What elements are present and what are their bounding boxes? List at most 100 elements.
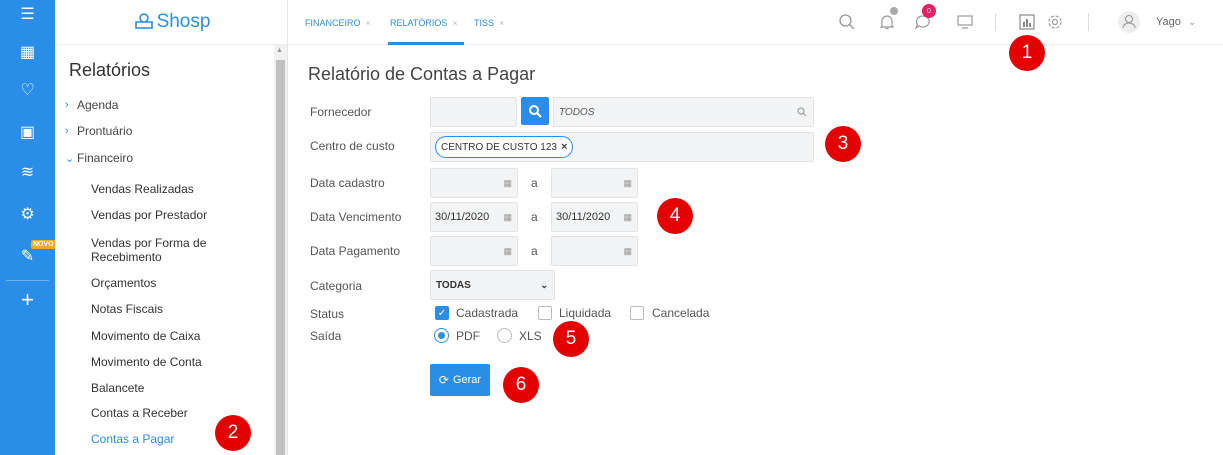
saida-xls-label[interactable]: XLS	[519, 329, 542, 343]
centro-custo-chip[interactable]: CENTRO DE CUSTO 123 ×	[435, 136, 574, 158]
status-cancelada-checkbox[interactable]	[630, 306, 644, 320]
calendar-icon[interactable]: ▦	[503, 246, 512, 257]
calendar-icon[interactable]: ▦	[0, 38, 55, 66]
status-liquidada-label[interactable]: Liquidada	[559, 306, 611, 320]
annotation-marker: 4	[657, 198, 693, 234]
database-icon[interactable]: ≋	[0, 158, 55, 186]
calendar-icon[interactable]: ▦	[623, 212, 632, 223]
tools-icon[interactable]: ⚙	[0, 200, 55, 228]
categoria-select[interactable]: TODAS ⌄	[430, 270, 555, 300]
sidebar-item-notas-fiscais[interactable]: Notas Fiscais	[91, 302, 271, 316]
select-value: TODAS	[436, 279, 471, 291]
fornecedor-search-button[interactable]	[521, 97, 549, 125]
sidebar-item-vendas-forma[interactable]: Vendas por Forma de Recebimento	[91, 236, 231, 264]
calendar-icon[interactable]: ▦	[623, 246, 632, 257]
sidebar-item-movimento-conta[interactable]: Movimento de Conta	[91, 355, 271, 369]
logo[interactable]: Shosp	[55, 0, 288, 45]
tab-label: RELATÓRIOS	[390, 18, 448, 28]
chevron-down-icon: ⌄	[540, 279, 548, 290]
cash-icon[interactable]: ▣	[0, 118, 55, 146]
menu-icon[interactable]: ☰	[0, 0, 55, 28]
top-bar: FINANCEIRO × RELATÓRIOS × TISS × 0 Yago …	[288, 0, 1223, 45]
sidebar-item-movimento-caixa[interactable]: Movimento de Caixa	[91, 329, 271, 343]
sidebar: Shosp Relatórios › Agenda › Prontuário ⌄…	[55, 0, 288, 455]
fornecedor-input[interactable]: TODOS	[553, 97, 814, 127]
sidebar-item-financeiro[interactable]: ⌄ Financeiro	[65, 151, 133, 165]
topbar-divider	[1088, 13, 1089, 31]
status-cadastrada-checkbox[interactable]: ✓	[435, 306, 449, 320]
range-separator: a	[531, 176, 538, 190]
bell-dot	[890, 7, 898, 15]
annotation-marker: 2	[215, 415, 251, 451]
chevron-down-icon: ⌄	[65, 152, 75, 165]
data-pagamento-from-input[interactable]: ▦	[430, 236, 518, 266]
data-vencimento-to-input[interactable]: 30/11/2020 ▦	[551, 202, 638, 232]
gerar-label: Gerar	[452, 374, 482, 386]
calendar-icon[interactable]: ▦	[623, 178, 632, 189]
chevron-down-icon: ⌄	[1187, 17, 1197, 28]
calendar-icon[interactable]: ▦	[503, 212, 512, 223]
data-cadastro-to-input[interactable]: ▦	[551, 168, 638, 198]
fornecedor-placeholder: TODOS	[559, 106, 595, 118]
tab-financeiro[interactable]: FINANCEIRO ×	[305, 18, 371, 28]
range-separator: a	[531, 210, 538, 224]
monitor-icon[interactable]	[952, 9, 978, 35]
data-pagamento-to-input[interactable]: ▦	[551, 236, 638, 266]
sidebar-item-agenda[interactable]: › Agenda	[65, 98, 118, 112]
centro-custo-input[interactable]: CENTRO DE CUSTO 123 ×	[430, 132, 814, 162]
scroll-up-icon[interactable]: ▲	[276, 47, 283, 54]
tab-label: FINANCEIRO	[305, 18, 361, 28]
avatar[interactable]	[1116, 9, 1142, 35]
user-name: Yago	[1156, 16, 1181, 28]
reports-icon[interactable]	[1014, 9, 1040, 35]
topbar-divider	[995, 13, 996, 31]
logo-mark-icon	[134, 13, 153, 29]
range-separator: a	[531, 244, 538, 258]
tab-tiss[interactable]: TISS ×	[474, 18, 504, 28]
sidebar-item-vendas-prestador[interactable]: Vendas por Prestador	[91, 208, 271, 222]
input-value: 30/11/2020	[556, 211, 611, 223]
close-icon[interactable]: ×	[499, 18, 504, 28]
status-label: Status	[310, 307, 345, 321]
novo-badge: NOVO	[31, 240, 56, 249]
user-menu[interactable]: Yago ⌄	[1156, 16, 1196, 28]
saida-xls-radio[interactable]	[497, 328, 512, 343]
remove-chip-icon[interactable]: ×	[561, 141, 567, 153]
tab-label: TISS	[474, 18, 495, 28]
annotation-marker: 3	[825, 126, 861, 162]
status-cadastrada-label[interactable]: Cadastrada	[456, 306, 518, 320]
sidebar-item-orcamentos[interactable]: Orçamentos	[91, 276, 271, 290]
add-icon[interactable]: +	[0, 286, 55, 314]
annotation-marker: 6	[503, 367, 539, 403]
sidebar-item-vendas-realizadas[interactable]: Vendas Realizadas	[91, 182, 271, 196]
close-icon[interactable]: ×	[452, 18, 457, 28]
sidebar-item-prontuario[interactable]: › Prontuário	[65, 124, 132, 138]
active-tab-indicator	[388, 42, 464, 45]
saida-label: Saída	[310, 329, 342, 343]
page-title: Relatório de Contas a Pagar	[308, 64, 536, 84]
heart-icon[interactable]: ♡	[0, 76, 55, 104]
search-icon[interactable]	[834, 9, 860, 35]
calendar-icon[interactable]: ▦	[503, 178, 512, 189]
gear-icon[interactable]	[1042, 9, 1068, 35]
chevron-right-icon: ›	[65, 125, 69, 137]
data-vencimento-from-input[interactable]: 30/11/2020 ▦	[430, 202, 518, 232]
tab-relatorios[interactable]: RELATÓRIOS ×	[390, 18, 458, 28]
search-icon	[529, 105, 542, 118]
status-cancelada-label[interactable]: Cancelada	[652, 306, 709, 320]
data-cadastro-from-input[interactable]: ▦	[430, 168, 518, 198]
close-icon[interactable]: ×	[366, 18, 371, 28]
chip-label: CENTRO DE CUSTO 123	[441, 141, 557, 153]
data-vencimento-label: Data Vencimento	[310, 210, 402, 224]
gerar-button[interactable]: ⟳ Gerar	[430, 364, 490, 396]
sidebar-item-balancete[interactable]: Balancete	[91, 381, 271, 395]
logo-text: Shosp	[156, 11, 211, 32]
sidebar-scroll-thumb[interactable]	[276, 60, 285, 455]
refresh-icon: ⟳	[438, 373, 449, 387]
status-liquidada-checkbox[interactable]	[538, 306, 552, 320]
categoria-label: Categoria	[310, 279, 363, 293]
saida-pdf-label[interactable]: PDF	[456, 329, 480, 343]
saida-pdf-radio[interactable]	[434, 328, 449, 343]
sidebar-item-label: Agenda	[77, 98, 119, 112]
fornecedor-code-input[interactable]	[430, 97, 517, 127]
